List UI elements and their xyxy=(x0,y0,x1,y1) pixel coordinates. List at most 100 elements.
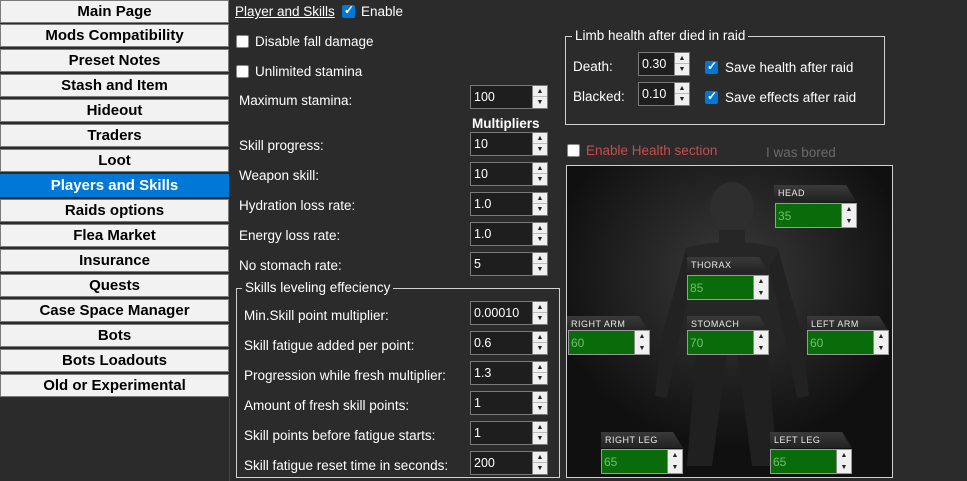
progression-fresh-spinner[interactable]: ▲ ▼ xyxy=(532,362,547,384)
energy-loss-spinner[interactable]: ▲ ▼ xyxy=(532,223,547,245)
chevron-up-icon[interactable]: ▲ xyxy=(874,331,888,342)
skill-fatigue-added-spinner[interactable]: ▲ ▼ xyxy=(532,332,547,354)
fatigue-reset-spinner[interactable]: ▲ ▼ xyxy=(532,452,547,474)
min-skill-point-spinner[interactable]: ▲ ▼ xyxy=(532,302,547,324)
energy-loss-input[interactable]: 1.0 ▲ ▼ xyxy=(470,222,548,246)
enable-health-checkbox[interactable] xyxy=(567,144,580,157)
chevron-up-icon[interactable]: ▲ xyxy=(675,53,689,64)
chevron-up-icon[interactable]: ▲ xyxy=(533,193,547,204)
chevron-up-icon[interactable]: ▲ xyxy=(754,331,768,342)
chevron-down-icon[interactable]: ▼ xyxy=(675,64,689,75)
chevron-down-icon[interactable]: ▼ xyxy=(533,313,547,324)
chevron-down-icon[interactable]: ▼ xyxy=(842,216,856,227)
sidebar-item-stash-and-item[interactable]: Stash and Item xyxy=(0,74,229,97)
chevron-up-icon[interactable]: ▲ xyxy=(533,392,547,403)
points-before-fatigue-spinner[interactable]: ▲ ▼ xyxy=(532,422,547,444)
thorax-health-spinner[interactable]: ▲ ▼ xyxy=(753,276,768,299)
sidebar-item-insurance[interactable]: Insurance xyxy=(0,249,229,272)
chevron-down-icon[interactable]: ▼ xyxy=(533,144,547,155)
chevron-up-icon[interactable]: ▲ xyxy=(675,83,689,94)
chevron-down-icon[interactable]: ▼ xyxy=(754,288,768,299)
sidebar-item-main-page[interactable]: Main Page xyxy=(0,0,229,23)
skill-progress-input[interactable]: 10 ▲ ▼ xyxy=(470,132,548,156)
max-stamina-input[interactable]: 100 ▲ ▼ xyxy=(470,85,548,109)
sidebar-item-case-space-manager[interactable]: Case Space Manager xyxy=(0,299,229,322)
right-arm-health-spinner[interactable]: ▲ ▼ xyxy=(634,331,649,354)
chevron-up-icon[interactable]: ▲ xyxy=(533,253,547,264)
chevron-up-icon[interactable]: ▲ xyxy=(533,332,547,343)
sidebar-item-old-or-experimental[interactable]: Old or Experimental xyxy=(0,374,229,397)
chevron-down-icon[interactable]: ▼ xyxy=(533,403,547,414)
chevron-down-icon[interactable]: ▼ xyxy=(533,463,547,474)
chevron-up-icon[interactable]: ▲ xyxy=(533,133,547,144)
head-health-input[interactable]: 35 ▲ ▼ xyxy=(775,203,857,228)
death-input[interactable]: 0.30 ▲ ▼ xyxy=(638,52,690,76)
weapon-skill-spinner[interactable]: ▲ ▼ xyxy=(532,163,547,185)
chevron-down-icon[interactable]: ▼ xyxy=(675,94,689,105)
sidebar-item-raids-options[interactable]: Raids options xyxy=(0,199,229,222)
sidebar-item-players-and-skills[interactable]: Players and Skills xyxy=(0,174,229,197)
death-spinner[interactable]: ▲ ▼ xyxy=(674,53,689,75)
chevron-up-icon[interactable]: ▲ xyxy=(533,86,547,97)
save-health-checkbox[interactable] xyxy=(705,59,718,74)
points-before-fatigue-input[interactable]: 1 ▲ ▼ xyxy=(470,421,548,445)
chevron-up-icon[interactable]: ▲ xyxy=(837,450,851,461)
chevron-up-icon[interactable]: ▲ xyxy=(533,302,547,313)
max-stamina-spinner[interactable]: ▲ ▼ xyxy=(532,86,547,108)
chevron-up-icon[interactable]: ▲ xyxy=(533,362,547,373)
sidebar-item-bots-loadouts[interactable]: Bots Loadouts xyxy=(0,349,229,372)
no-stomach-input[interactable]: 5 ▲ ▼ xyxy=(470,252,548,276)
right-arm-health-input[interactable]: 60 ▲ ▼ xyxy=(568,330,650,355)
progression-fresh-input[interactable]: 1.3 ▲ ▼ xyxy=(470,361,548,385)
chevron-down-icon[interactable]: ▼ xyxy=(837,462,851,473)
chevron-up-icon[interactable]: ▲ xyxy=(533,452,547,463)
left-arm-health-input[interactable]: 60 ▲ ▼ xyxy=(807,330,889,355)
chevron-up-icon[interactable]: ▲ xyxy=(533,163,547,174)
weapon-skill-input[interactable]: 10 ▲ ▼ xyxy=(470,162,548,186)
right-leg-health-spinner[interactable]: ▲ ▼ xyxy=(667,450,682,473)
sidebar-item-bots[interactable]: Bots xyxy=(0,324,229,347)
sidebar-item-traders[interactable]: Traders xyxy=(0,124,229,147)
stomach-health-spinner[interactable]: ▲ ▼ xyxy=(753,331,768,354)
chevron-up-icon[interactable]: ▲ xyxy=(635,331,649,342)
chevron-down-icon[interactable]: ▼ xyxy=(533,373,547,384)
left-leg-health-spinner[interactable]: ▲ ▼ xyxy=(836,450,851,473)
chevron-up-icon[interactable]: ▲ xyxy=(668,450,682,461)
stomach-health-input[interactable]: 70 ▲ ▼ xyxy=(687,330,769,355)
left-arm-health-spinner[interactable]: ▲ ▼ xyxy=(873,331,888,354)
chevron-down-icon[interactable]: ▼ xyxy=(874,343,888,354)
sidebar-item-preset-notes[interactable]: Preset Notes xyxy=(0,49,229,72)
blacked-spinner[interactable]: ▲ ▼ xyxy=(674,83,689,105)
hydration-loss-spinner[interactable]: ▲ ▼ xyxy=(532,193,547,215)
blacked-input[interactable]: 0.10 ▲ ▼ xyxy=(638,82,690,106)
save-effects-checkbox[interactable] xyxy=(705,89,718,104)
hydration-loss-input[interactable]: 1.0 ▲ ▼ xyxy=(470,192,548,216)
fresh-skill-points-input[interactable]: 1 ▲ ▼ xyxy=(470,391,548,415)
head-health-spinner[interactable]: ▲ ▼ xyxy=(841,204,856,227)
right-leg-health-input[interactable]: 65 ▲ ▼ xyxy=(601,449,683,474)
sidebar-item-flea-market[interactable]: Flea Market xyxy=(0,224,229,247)
chevron-down-icon[interactable]: ▼ xyxy=(533,204,547,215)
chevron-up-icon[interactable]: ▲ xyxy=(754,276,768,287)
chevron-down-icon[interactable]: ▼ xyxy=(533,433,547,444)
chevron-down-icon[interactable]: ▼ xyxy=(533,97,547,108)
chevron-down-icon[interactable]: ▼ xyxy=(533,174,547,185)
sidebar-item-quests[interactable]: Quests xyxy=(0,274,229,297)
chevron-down-icon[interactable]: ▼ xyxy=(533,234,547,245)
thorax-health-input[interactable]: 85 ▲ ▼ xyxy=(687,275,769,300)
chevron-up-icon[interactable]: ▲ xyxy=(533,223,547,234)
chevron-up-icon[interactable]: ▲ xyxy=(533,422,547,433)
no-stomach-spinner[interactable]: ▲ ▼ xyxy=(532,253,547,275)
min-skill-point-input[interactable]: 0.00010 ▲ ▼ xyxy=(470,301,548,325)
skill-progress-spinner[interactable]: ▲ ▼ xyxy=(532,133,547,155)
chevron-down-icon[interactable]: ▼ xyxy=(668,462,682,473)
chevron-down-icon[interactable]: ▼ xyxy=(754,343,768,354)
chevron-down-icon[interactable]: ▼ xyxy=(635,343,649,354)
left-leg-health-input[interactable]: 65 ▲ ▼ xyxy=(770,449,852,474)
skill-fatigue-added-input[interactable]: 0.6 ▲ ▼ xyxy=(470,331,548,355)
fresh-skill-points-spinner[interactable]: ▲ ▼ xyxy=(532,392,547,414)
sidebar-item-hideout[interactable]: Hideout xyxy=(0,99,229,122)
disable-fall-damage-checkbox[interactable] xyxy=(236,35,249,48)
sidebar-item-mods-compatibility[interactable]: Mods Compatibility xyxy=(0,24,229,47)
chevron-down-icon[interactable]: ▼ xyxy=(533,264,547,275)
